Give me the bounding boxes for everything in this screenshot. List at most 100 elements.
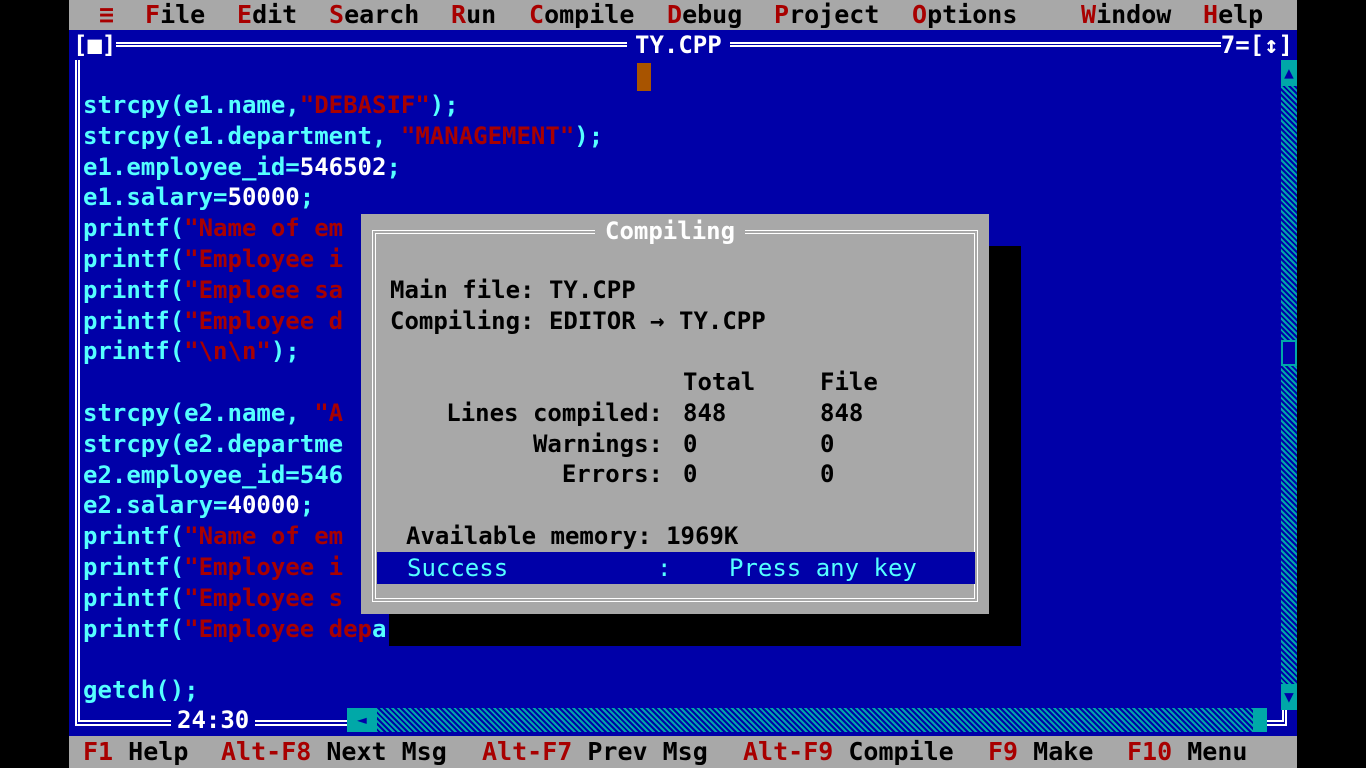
menu-edit[interactable]: Edit: [237, 0, 297, 30]
menu-hotkey: O: [912, 0, 928, 29]
code-line[interactable]: getch();: [83, 675, 849, 706]
menu-hotkey: D: [667, 0, 683, 29]
horizontal-scrollbar[interactable]: ◄: [347, 708, 1267, 732]
code-token: 546502: [299, 152, 387, 181]
menu-label: ile: [160, 0, 206, 29]
menu-hotkey: C: [529, 0, 545, 29]
system-menu-icon[interactable]: ≡: [99, 0, 114, 30]
stat-total: 0: [683, 460, 698, 488]
menu-label: un: [466, 0, 497, 29]
menu-file[interactable]: File: [145, 0, 205, 30]
code-token: 40000: [227, 491, 300, 520]
press-any-key-prompt[interactable]: Press any key: [729, 552, 917, 584]
menu-project[interactable]: Project: [774, 0, 879, 30]
code-token: );: [574, 121, 604, 150]
code-token: printf(: [83, 583, 185, 612]
function-key-bar: F1 Help Alt-F8 Next Msg Alt-F7 Prev Msg …: [69, 736, 1297, 768]
code-token: e1.salary=: [83, 183, 228, 212]
menu-window[interactable]: Window: [1081, 0, 1171, 30]
fkey-help[interactable]: F1 Help: [83, 736, 188, 768]
stat-total: 0: [683, 430, 698, 458]
fkey-make[interactable]: F9 Make: [988, 736, 1093, 768]
code-token: printf(: [83, 614, 185, 643]
code-token: getch();: [83, 676, 199, 705]
fkey-prev-msg[interactable]: Alt-F7 Prev Msg: [482, 736, 708, 768]
code-token: printf(: [83, 306, 185, 335]
code-token: strcpy(e1.department,: [83, 121, 401, 150]
menu-search[interactable]: Search: [329, 0, 419, 30]
close-box-icon[interactable]: [■]: [73, 30, 117, 60]
vertical-scrollbar[interactable]: ▲ ▼: [1281, 60, 1297, 710]
code-token: ;: [386, 152, 401, 181]
fkey-key: F9: [988, 737, 1019, 766]
memory-value: 1969K: [666, 522, 739, 550]
code-line[interactable]: strcpy(e1.department, "MANAGEMENT");: [83, 121, 849, 152]
code-token: printf(: [83, 214, 185, 243]
stat-total: 848: [683, 399, 727, 427]
string-literal: "Name of em: [184, 214, 344, 243]
menu-hotkey: H: [1203, 0, 1219, 29]
menu-label: ebug: [682, 0, 743, 29]
menu-options[interactable]: Options: [912, 0, 1017, 30]
editor-title: TY.CPP: [627, 30, 730, 60]
scroll-up-arrow-icon[interactable]: ▲: [1281, 60, 1297, 86]
compiling-label: Compiling:: [390, 307, 535, 335]
status-separator: :: [657, 554, 672, 582]
fkey-key: Alt-F9: [743, 737, 834, 766]
code-line[interactable]: e1.employee_id=546502;: [83, 152, 849, 183]
fkey-label: Next Msg: [326, 737, 447, 766]
code-token: strcpy(e1.name,: [83, 91, 300, 119]
dialog-title: Compiling: [595, 216, 746, 246]
menu-help[interactable]: Help: [1203, 0, 1263, 30]
menu-compile[interactable]: Compile: [529, 0, 634, 30]
string-literal: "\n\n": [184, 337, 271, 366]
menu-debug[interactable]: Debug: [667, 0, 742, 30]
string-literal: "MANAGEMENT": [400, 121, 575, 150]
compiling-value: EDITOR → TY.CPP: [548, 307, 766, 335]
main-file-label: Main file:: [390, 276, 535, 304]
editor-title-bar: [■] TY.CPP 7=[↕]: [69, 30, 1297, 60]
stat-file: 0: [820, 460, 835, 488]
code-token: e2.employee_id=546: [83, 460, 344, 489]
cursor-position: 24:30: [171, 706, 256, 734]
vertical-scroll-thumb[interactable]: [1281, 340, 1297, 366]
code-token: );: [270, 337, 300, 366]
fkey-label: Help: [128, 737, 189, 766]
code-token: printf(: [83, 275, 185, 304]
status-bar-success: Success : Press any key: [377, 552, 975, 584]
code-token: );: [429, 91, 459, 119]
code-token: printf(: [83, 522, 185, 551]
fkey-label: Menu: [1187, 737, 1248, 766]
string-literal: "Employee dep: [184, 614, 372, 643]
stat-label: Warnings:: [532, 430, 663, 458]
fkey-key: Alt-F7: [482, 737, 573, 766]
code-line[interactable]: [83, 644, 849, 675]
menu-label: elp: [1218, 0, 1264, 29]
menu-label: ptions: [927, 0, 1018, 29]
code-token: 50000: [227, 183, 300, 212]
code-token: printf(: [83, 244, 185, 273]
menu-label: indow: [1096, 0, 1172, 29]
zoom-box-icon[interactable]: [↕]: [1250, 31, 1293, 59]
code-token: e2.salary=: [83, 491, 228, 520]
string-literal: "DEBASIF": [299, 91, 430, 119]
fkey-key: F10: [1127, 737, 1173, 766]
fkey-next-msg[interactable]: Alt-F8 Next Msg: [221, 736, 447, 768]
status-text: Success: [407, 554, 509, 582]
fkey-compile[interactable]: Alt-F9 Compile: [743, 736, 954, 768]
fkey-menu[interactable]: F10 Menu: [1127, 736, 1247, 768]
text-cursor: [637, 63, 651, 91]
scroll-right-arrow-icon[interactable]: [1253, 708, 1267, 732]
code-token: strcpy(e2.name,: [83, 398, 315, 427]
fkey-key: F1: [83, 737, 114, 766]
window-controls: 7=[↕]: [1220, 30, 1293, 60]
code-line[interactable]: e1.salary=50000;: [83, 182, 849, 213]
string-literal: "Emploee sa: [184, 275, 344, 304]
stat-file: 848: [820, 399, 864, 427]
scroll-left-arrow-icon[interactable]: ◄: [347, 708, 377, 732]
menu-run[interactable]: Run: [451, 0, 496, 30]
string-literal: "A: [314, 398, 344, 427]
stat-file: 0: [820, 430, 835, 458]
code-line[interactable]: strcpy(e1.name,"DEBASIF");: [83, 90, 849, 121]
code-token: e1.employee_id=: [83, 152, 300, 181]
